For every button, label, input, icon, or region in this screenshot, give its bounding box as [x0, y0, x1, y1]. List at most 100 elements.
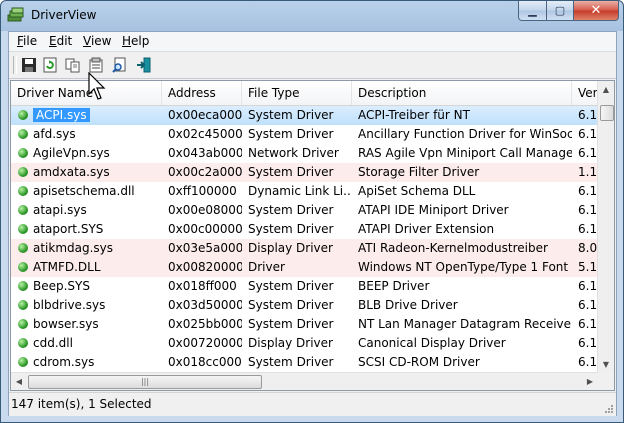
cell-address: 0x00c2a000 — [168, 165, 242, 179]
cell-address: 0x00e08000 — [168, 203, 242, 217]
cell-description: NT Lan Manager Datagram Receiver ... — [358, 317, 572, 331]
close-button[interactable]: ✕ — [574, 1, 619, 21]
cell-address: 0x018cc000 — [168, 355, 242, 369]
cell-driver-name: cdd.dll — [33, 336, 73, 350]
title-bar[interactable]: DriverView ▁ ▢ ✕ — [1, 1, 623, 31]
cell-driver-name: ataport.SYS — [33, 222, 104, 236]
close-icon: ✕ — [590, 3, 602, 18]
cell-driver-name: bowser.sys — [33, 317, 99, 331]
cell-file-type: System Driver — [248, 355, 334, 369]
table-row[interactable]: afd.sys 0x02c45000 System Driver Ancillary … — [11, 125, 602, 144]
app-icon — [7, 7, 24, 22]
table-row[interactable]: blbdrive.sys 0x03d50000 System Driver BLB D… — [11, 296, 602, 315]
table-row[interactable]: Beep.SYS 0x018ff000 System Driver BEEP Driv… — [11, 277, 602, 296]
refresh-button[interactable] — [40, 55, 60, 75]
menu-bar: File Edit View Help — [9, 32, 616, 52]
table-row[interactable]: atapi.sys 0x00e08000 System Driver ATAPI ID… — [11, 201, 602, 220]
save-icon — [22, 58, 36, 72]
menu-edit[interactable]: Edit — [49, 34, 72, 48]
properties-icon — [89, 57, 103, 73]
table-row[interactable]: apisetschema.dll 0xff100000 Dynamic Link L… — [11, 182, 602, 201]
cell-file-type: Display Driver — [248, 336, 333, 350]
maximize-icon: ▢ — [554, 4, 566, 17]
cell-driver-name: ACPI.sys — [27, 106, 162, 125]
cell-driver-name: blbdrive.sys — [33, 298, 106, 312]
column-header-driver-name[interactable]: Driver Name — [11, 81, 162, 105]
table-row[interactable]: AgileVpn.sys 0x043ab000 Network Driver RAS … — [11, 144, 602, 163]
scrollbar-corner — [598, 373, 614, 390]
cell-description: ATAPI IDE Miniport Driver — [358, 203, 509, 217]
cell-address: 0x00eca000 — [168, 108, 242, 122]
cell-address: 0x03d50000 — [168, 298, 242, 312]
find-button[interactable] — [110, 55, 130, 75]
cell-description: ACPI-Treiber für NT — [358, 108, 470, 122]
minimize-icon: ▁ — [528, 4, 537, 17]
exit-button[interactable] — [134, 55, 154, 75]
cell-file-type: Display Driver — [248, 241, 333, 255]
maximize-button[interactable]: ▢ — [547, 1, 574, 21]
cell-file-type: Network Driver — [248, 146, 339, 160]
status-bar: 147 item(s), 1 Selected — [9, 392, 616, 416]
horizontal-scroll-thumb[interactable]: ||| — [28, 375, 262, 389]
scroll-down-arrow-icon[interactable]: ▼ — [598, 356, 614, 373]
cell-description: Storage Filter Driver — [358, 165, 480, 179]
cell-address: 0x00820000 — [168, 260, 242, 274]
cell-driver-name: amdxata.sys — [33, 165, 110, 179]
cell-driver-name: ATMFD.DLL — [33, 260, 101, 274]
cell-driver-name: Beep.SYS — [33, 279, 90, 293]
copy-button[interactable] — [63, 55, 83, 75]
minimize-button[interactable]: ▁ — [518, 1, 547, 21]
cell-description: ATAPI Driver Extension — [358, 222, 495, 236]
driver-list[interactable]: Driver Name Address File Type Descriptio… — [10, 80, 615, 391]
table-row[interactable]: ATMFD.DLL 0x00820000 Driver Windows NT Open… — [11, 258, 602, 277]
cell-file-type: System Driver — [248, 165, 334, 179]
vertical-scrollbar[interactable]: ▲ ▼ — [597, 81, 614, 373]
table-row[interactable]: atikmdag.sys 0x03e5a000 Display Driver ATI … — [11, 239, 602, 258]
refresh-icon — [43, 57, 57, 73]
resize-grip-icon[interactable] — [604, 404, 614, 414]
cell-description: ApiSet Schema DLL — [358, 184, 476, 198]
cell-file-type: Driver — [248, 260, 285, 274]
menu-help[interactable]: Help — [122, 34, 149, 48]
scroll-left-arrow-icon[interactable]: ◀ — [11, 373, 27, 390]
vertical-scroll-thumb[interactable] — [600, 105, 614, 121]
cell-file-type: System Driver — [248, 222, 334, 236]
cell-description: BLB Drive Driver — [358, 298, 458, 312]
cell-address: 0x00720000 — [168, 336, 242, 350]
cell-address: 0x00c00000 — [168, 222, 242, 236]
cell-address: 0x025bb000 — [168, 317, 242, 331]
cell-description: Ancillary Function Driver for WinSock — [358, 127, 572, 141]
cell-address: 0xff100000 — [168, 184, 237, 198]
cell-description: ATI Radeon-Kernelmodustreiber — [358, 241, 548, 255]
toolbar-grip — [13, 56, 17, 74]
exit-icon — [137, 57, 151, 73]
table-row[interactable]: ataport.SYS 0x00c00000 System Driver ATAPI … — [11, 220, 602, 239]
cell-file-type: System Driver — [248, 317, 334, 331]
copy-icon — [65, 58, 80, 73]
cell-driver-name: AgileVpn.sys — [33, 146, 110, 160]
column-header-address[interactable]: Address — [162, 81, 242, 105]
table-row[interactable]: ACPI.sys 0x00eca000 System Driver ACPI-Trei… — [11, 106, 602, 125]
cell-file-type: System Driver — [248, 108, 334, 122]
table-row[interactable]: cdrom.sys 0x018cc000 System Driver SCSI CD-… — [11, 353, 602, 372]
save-button[interactable] — [19, 55, 39, 75]
column-header-file-type[interactable]: File Type — [242, 81, 352, 105]
cell-driver-name: afd.sys — [33, 127, 76, 141]
cell-driver-name: cdrom.sys — [33, 355, 95, 369]
cell-file-type: System Driver — [248, 298, 334, 312]
cell-description: BEEP Driver — [358, 279, 430, 293]
table-row[interactable]: amdxata.sys 0x00c2a000 System Driver Storag… — [11, 163, 602, 182]
scroll-up-arrow-icon[interactable]: ▲ — [598, 81, 614, 98]
table-row[interactable]: bowser.sys 0x025bb000 System Driver NT Lan … — [11, 315, 602, 334]
horizontal-scrollbar[interactable]: ◀ ||| ▶ — [11, 372, 598, 390]
cell-file-type: System Driver — [248, 279, 334, 293]
menu-file[interactable]: File — [17, 34, 37, 48]
column-header-description[interactable]: Description — [352, 81, 572, 105]
window-title: DriverView — [31, 8, 97, 22]
cell-description: RAS Agile Vpn Miniport Call Manager — [358, 146, 572, 160]
driverview-window: DriverView ▁ ▢ ✕ File Edit View Help Dri… — [0, 0, 624, 423]
cell-address: 0x043ab000 — [168, 146, 242, 160]
scroll-right-arrow-icon[interactable]: ▶ — [582, 373, 598, 390]
table-row[interactable]: cdd.dll 0x00720000 Display Driver Canonical… — [11, 334, 602, 353]
menu-view[interactable]: View — [83, 34, 111, 48]
